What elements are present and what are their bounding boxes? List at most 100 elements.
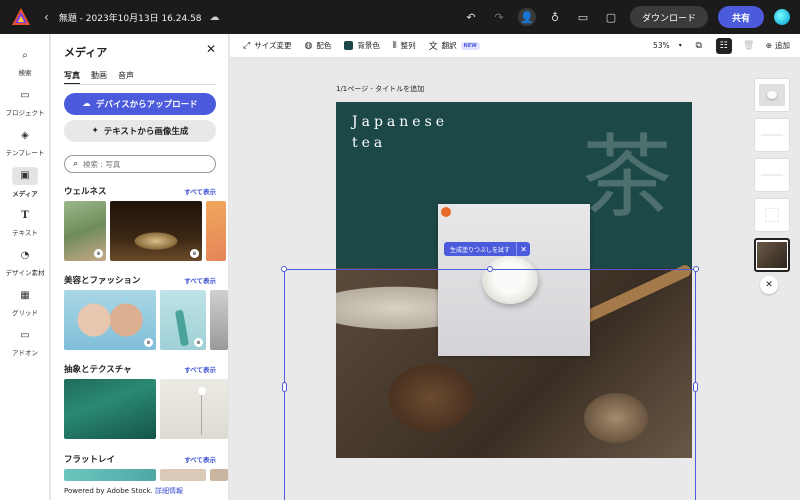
flatlay-thumbs bbox=[64, 469, 228, 481]
text-to-image-button[interactable]: ✦ テキストから画像生成 bbox=[64, 120, 216, 142]
sparkle-image-icon: ✦ bbox=[91, 126, 99, 136]
page-thumbnails bbox=[754, 78, 790, 272]
add-button[interactable]: ⊕ 追加 bbox=[766, 40, 790, 51]
chevron-down-icon[interactable]: ▾ bbox=[679, 42, 682, 49]
tab-audio[interactable]: 音声 bbox=[118, 70, 134, 85]
chat-icon[interactable]: ▢ bbox=[602, 8, 620, 26]
resize-handle[interactable] bbox=[693, 382, 698, 392]
close-icon[interactable]: ✕ bbox=[760, 276, 778, 294]
photo-thumbnail[interactable] bbox=[64, 379, 156, 439]
rail-item-text[interactable]: T テキスト bbox=[0, 202, 50, 242]
photo-thumbnail[interactable]: ♛ bbox=[64, 201, 106, 261]
layer-thumb[interactable] bbox=[754, 158, 790, 192]
cloud-sync-icon: ☁ bbox=[209, 11, 220, 23]
photo-thumbnail[interactable] bbox=[160, 469, 206, 481]
photo-thumbnail[interactable]: ♛ bbox=[64, 290, 156, 350]
selection-box[interactable] bbox=[281, 266, 699, 500]
page-label[interactable]: 1/1ページ - タイトルを追加 bbox=[336, 84, 424, 94]
title-text-line2[interactable]: tea bbox=[352, 135, 386, 151]
rail-item-projects[interactable]: ▭ プロジェクト bbox=[0, 82, 50, 122]
close-icon[interactable]: ✕ bbox=[516, 242, 530, 256]
left-rail: ⌕ 検索 ▭ プロジェクト ◈ テンプレート ▣ メディア T テキスト ◔ デ… bbox=[0, 34, 50, 500]
undo-icon[interactable]: ↶ bbox=[462, 8, 480, 26]
canvas-area[interactable]: 1/1ページ - タイトルを追加 Japanese tea 茶 生成塗りつぶしを… bbox=[230, 58, 800, 500]
top-bar: ‹ 無題 - 2023年10月13日 16.24.58 ☁ ↶ ↷ 👤 ♁ ▭ … bbox=[0, 0, 800, 34]
background-swatch bbox=[344, 41, 354, 50]
layer-thumb-active[interactable] bbox=[754, 238, 790, 272]
align-icon: ⫴ bbox=[392, 40, 397, 51]
redo-icon[interactable]: ↷ bbox=[490, 8, 508, 26]
document-title[interactable]: 無題 - 2023年10月13日 16.24.58 bbox=[59, 11, 202, 24]
template-icon: ◈ bbox=[21, 130, 29, 141]
addon-icon: ▭ bbox=[20, 330, 30, 341]
invite-user-icon[interactable]: 👤 bbox=[517, 8, 536, 26]
folder-icon: ▭ bbox=[20, 90, 30, 101]
shapes-icon: ◔ bbox=[20, 250, 30, 261]
rail-item-search[interactable]: ⌕ 検索 bbox=[0, 42, 50, 82]
resize-handle[interactable] bbox=[282, 382, 287, 392]
zoom-level[interactable]: 53% bbox=[653, 41, 670, 50]
learn-more-link[interactable]: 詳細情報 bbox=[155, 487, 183, 495]
rail-item-design-assets[interactable]: ◔ デザイン素材 bbox=[0, 242, 50, 282]
premium-crown-icon: ♛ bbox=[190, 249, 199, 258]
lightbulb-icon[interactable]: ♁ bbox=[546, 8, 564, 26]
search-box[interactable]: ⌕ bbox=[64, 155, 216, 173]
back-chevron-icon[interactable]: ‹ bbox=[44, 10, 49, 24]
rail-item-media[interactable]: ▣ メディア bbox=[0, 162, 50, 202]
photo-thumbnail[interactable] bbox=[210, 290, 228, 350]
photo-thumbnail[interactable] bbox=[160, 379, 228, 439]
pages-icon[interactable]: ⧉ bbox=[691, 38, 707, 54]
avatar[interactable] bbox=[774, 9, 790, 25]
powered-by-adobe-stock: Powered by Adobe Stock. 詳細情報 bbox=[64, 487, 183, 495]
section-wellness: ウェルネス すべて表示 bbox=[64, 186, 216, 197]
premium-crown-icon: ♛ bbox=[94, 249, 103, 258]
resize-handle[interactable] bbox=[693, 266, 699, 272]
photo-thumbnail[interactable] bbox=[206, 201, 226, 261]
tab-videos[interactable]: 動画 bbox=[91, 70, 107, 85]
close-icon[interactable]: ✕ bbox=[206, 42, 216, 56]
new-badge: NEW bbox=[460, 41, 480, 50]
search-input[interactable] bbox=[83, 159, 204, 169]
tab-photos[interactable]: 写真 bbox=[64, 70, 80, 85]
text-icon: T bbox=[21, 210, 29, 221]
kanji-text[interactable]: 茶 bbox=[582, 104, 672, 234]
layer-thumb[interactable] bbox=[754, 78, 790, 112]
photo-thumbnail[interactable] bbox=[210, 469, 228, 481]
comment-icon[interactable]: ▭ bbox=[574, 8, 592, 26]
resize-button[interactable]: ⤢ サイズ変更 bbox=[243, 40, 291, 51]
generative-fill-pill[interactable]: 生成塗りつぶしを試す ✕ bbox=[444, 242, 531, 256]
download-button[interactable]: ダウンロード bbox=[629, 6, 708, 28]
photo-thumbnail[interactable]: ♛ bbox=[160, 290, 206, 350]
cloud-upload-icon: ☁ bbox=[82, 99, 91, 109]
see-all-link[interactable]: すべて表示 bbox=[184, 275, 216, 285]
see-all-link[interactable]: すべて表示 bbox=[184, 454, 216, 464]
share-button[interactable]: 共有 bbox=[717, 6, 764, 28]
grid-icon: ▦ bbox=[20, 290, 30, 301]
color-scheme-button[interactable]: ◍ 配色 bbox=[304, 40, 331, 51]
rail-item-grid[interactable]: ▦ グリッド bbox=[0, 282, 50, 322]
photo-thumbnail[interactable] bbox=[64, 469, 156, 481]
translate-button[interactable]: 文 翻訳 NEW bbox=[429, 39, 480, 52]
layers-icon[interactable]: ☷ bbox=[715, 37, 732, 54]
section-beauty-fashion: 美容とファッション すべて表示 bbox=[64, 275, 216, 286]
resize-handle[interactable] bbox=[487, 266, 493, 272]
rail-item-addons[interactable]: ▭ アドオン bbox=[0, 322, 50, 362]
resize-handle[interactable] bbox=[281, 266, 287, 272]
background-color-button[interactable]: 背景色 bbox=[344, 40, 380, 51]
premium-crown-icon: ♛ bbox=[194, 338, 203, 347]
photo-thumbnail[interactable]: ♛ bbox=[110, 201, 202, 261]
upload-from-device-button[interactable]: ☁ デバイスからアップロード bbox=[64, 93, 216, 115]
translate-icon: 文 bbox=[428, 42, 438, 52]
wellness-thumbs: ♛ ♛ bbox=[64, 201, 226, 261]
see-all-link[interactable]: すべて表示 bbox=[184, 364, 216, 374]
title-text-line1[interactable]: Japanese bbox=[352, 114, 448, 130]
layer-thumb[interactable] bbox=[754, 118, 790, 152]
trash-icon[interactable]: 🗑 bbox=[741, 38, 757, 54]
adobe-express-logo[interactable] bbox=[10, 6, 32, 28]
layer-thumb[interactable] bbox=[754, 198, 790, 232]
plus-circle-icon: ⊕ bbox=[765, 41, 772, 50]
arrange-button[interactable]: ⫴ 整列 bbox=[393, 40, 416, 51]
rail-item-templates[interactable]: ◈ テンプレート bbox=[0, 122, 50, 162]
see-all-link[interactable]: すべて表示 bbox=[184, 186, 216, 196]
panel-title: メディア bbox=[64, 46, 108, 59]
